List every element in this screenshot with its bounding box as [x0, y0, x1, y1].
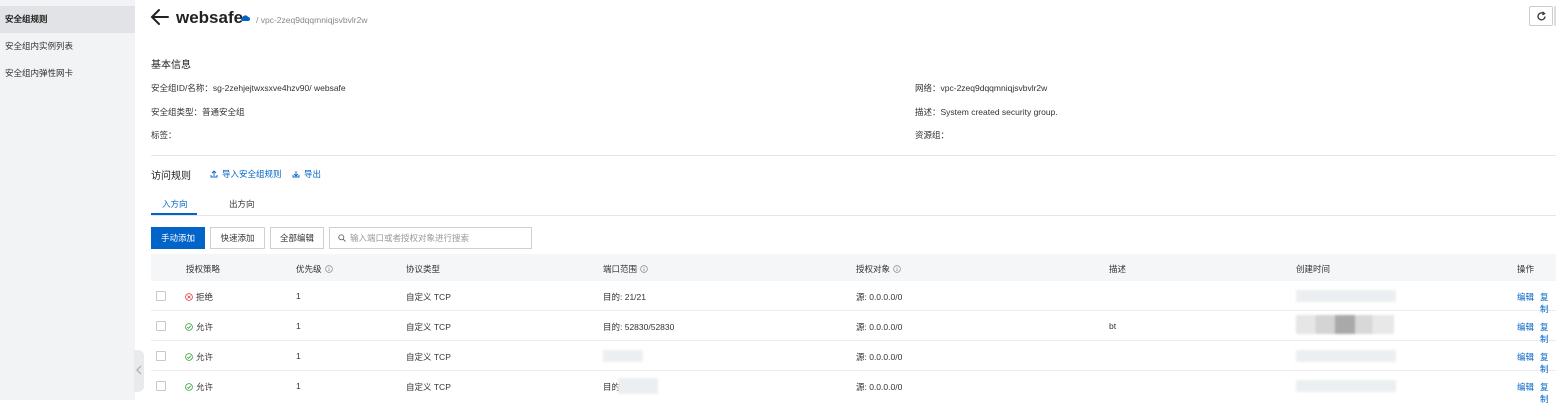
import-rules-label: 导入安全组规则 [222, 169, 282, 179]
breadcrumb: / vpc-2zeq9dqqmniqjsvbvlr2w [256, 15, 368, 25]
tags-label: 标签： [151, 130, 177, 140]
row-checkbox[interactable] [156, 291, 166, 301]
resource-group-label: 资源组： [915, 130, 950, 140]
edit-link[interactable]: 编辑 [1517, 291, 1534, 303]
col-priority: 优先级 [296, 263, 333, 275]
target-cell: 源: 0.0.0.0/0 [856, 352, 903, 362]
info-icon[interactable] [893, 265, 901, 273]
allow-icon [185, 323, 193, 331]
policy-cell: 拒绝 [185, 291, 213, 303]
tab-divider [151, 215, 1556, 216]
type-value: 普通安全组 [202, 107, 245, 117]
sidebar-item-security-rules[interactable]: 安全组规则 [0, 6, 135, 33]
redacted-port [618, 378, 658, 394]
export-link[interactable]: 导出 [292, 168, 321, 180]
target-cell: 源: 0.0.0.0/0 [856, 292, 903, 302]
basic-info-title: 基本信息 [151, 60, 191, 71]
sidebar-item-instances[interactable]: 安全组内实例列表 [0, 33, 135, 60]
sidebar: 安全组规则 安全组内实例列表 安全组内弹性网卡 [0, 0, 135, 400]
cloud-icon [241, 15, 250, 21]
priority-cell: 1 [296, 381, 301, 391]
network-label: 网络： [915, 83, 941, 93]
col-port-range: 端口范围 [603, 263, 648, 275]
description-label: 描述： [915, 107, 941, 117]
edit-all-button[interactable]: 全部编辑 [270, 227, 324, 249]
resource-group-field: 资源组： [915, 129, 949, 141]
port-cell: 目的: 21/21 [603, 292, 646, 302]
export-icon [292, 171, 300, 178]
policy-cell: 允许 [185, 381, 213, 393]
id-name-value: sg-2zehjejtwxsxve4hzv90/ websafe [212, 83, 346, 93]
policy-cell: 允许 [185, 351, 213, 363]
import-icon [210, 170, 218, 178]
tab-outbound[interactable]: 出方向 [229, 198, 255, 210]
description-value: System created security group. [940, 107, 1058, 117]
target-cell: 源: 0.0.0.0/0 [856, 322, 903, 332]
refresh-icon [1537, 11, 1546, 21]
id-name-field: 安全组ID/名称：sg-2zehjejtwxsxve4hzv90/ websaf… [151, 82, 346, 94]
col-description: 描述 [1109, 264, 1127, 274]
edit-link[interactable]: 编辑 [1517, 321, 1534, 333]
redacted-port [603, 350, 643, 362]
target-cell: 源: 0.0.0.0/0 [856, 382, 903, 392]
description-cell: bt [1109, 321, 1117, 331]
protocol-cell: 自定义 TCP [406, 322, 451, 332]
tab-inbound[interactable]: 入方向 [162, 198, 188, 210]
tags-field: 标签： [151, 129, 177, 141]
row-checkbox[interactable] [156, 381, 166, 391]
manual-add-button[interactable]: 手动添加 [151, 227, 205, 249]
info-icon[interactable] [640, 265, 648, 273]
redacted-time [1296, 290, 1396, 302]
type-field: 安全组类型：普通安全组 [151, 106, 245, 118]
edit-link[interactable]: 编辑 [1517, 381, 1534, 393]
network-value: vpc-2zeq9dqqmniqjsvbvlr2w [940, 83, 1048, 93]
redacted-time [1296, 315, 1394, 334]
type-label: 安全组类型： [151, 107, 203, 117]
search-box[interactable] [329, 227, 532, 249]
col-protocol: 协议类型 [406, 264, 441, 274]
section-divider [151, 155, 1556, 156]
protocol-cell: 自定义 TCP [406, 352, 451, 362]
redacted-time [1296, 350, 1396, 362]
redacted-time [1296, 380, 1396, 392]
import-rules-link[interactable]: 导入安全组规则 [210, 168, 282, 180]
sidebar-item-enis[interactable]: 安全组内弹性网卡 [0, 60, 135, 87]
priority-cell: 1 [296, 321, 301, 331]
row-checkbox[interactable] [156, 321, 166, 331]
search-icon [338, 234, 346, 242]
protocol-cell: 自定义 TCP [406, 292, 451, 302]
description-field: 描述：System created security group. [915, 106, 1058, 118]
deny-icon [185, 293, 193, 301]
back-arrow-icon[interactable] [150, 8, 170, 26]
export-label: 导出 [304, 169, 322, 179]
port-cell: 目的: 52830/52830 [603, 322, 675, 332]
page-title: websafe [176, 8, 244, 27]
protocol-cell: 自定义 TCP [406, 382, 451, 392]
access-rules-title: 访问规则 [151, 171, 191, 182]
policy-cell: 允许 [185, 321, 213, 333]
row-checkbox[interactable] [156, 351, 166, 361]
col-created-time: 创建时间 [1296, 264, 1331, 274]
edit-link[interactable]: 编辑 [1517, 351, 1534, 363]
allow-icon [185, 383, 193, 391]
quick-add-button[interactable]: 快速添加 [210, 227, 265, 249]
sidebar-collapse-handle[interactable] [134, 350, 144, 392]
priority-cell: 1 [296, 351, 301, 361]
info-icon[interactable] [324, 265, 333, 273]
priority-cell: 1 [296, 291, 301, 301]
table-header [151, 254, 1556, 281]
col-policy: 授权策略 [186, 264, 221, 274]
chevron-left-icon [136, 365, 142, 375]
copy-link[interactable]: 复制 [1540, 381, 1556, 405]
col-target: 授权对象 [856, 263, 901, 275]
allow-icon [185, 353, 193, 361]
refresh-button[interactable] [1529, 6, 1553, 26]
col-actions: 操作 [1517, 264, 1535, 274]
id-name-label: 安全组ID/名称： [151, 83, 213, 93]
network-field: 网络：vpc-2zeq9dqqmniqjsvbvlr2w [915, 82, 1047, 94]
search-input[interactable] [350, 230, 528, 246]
